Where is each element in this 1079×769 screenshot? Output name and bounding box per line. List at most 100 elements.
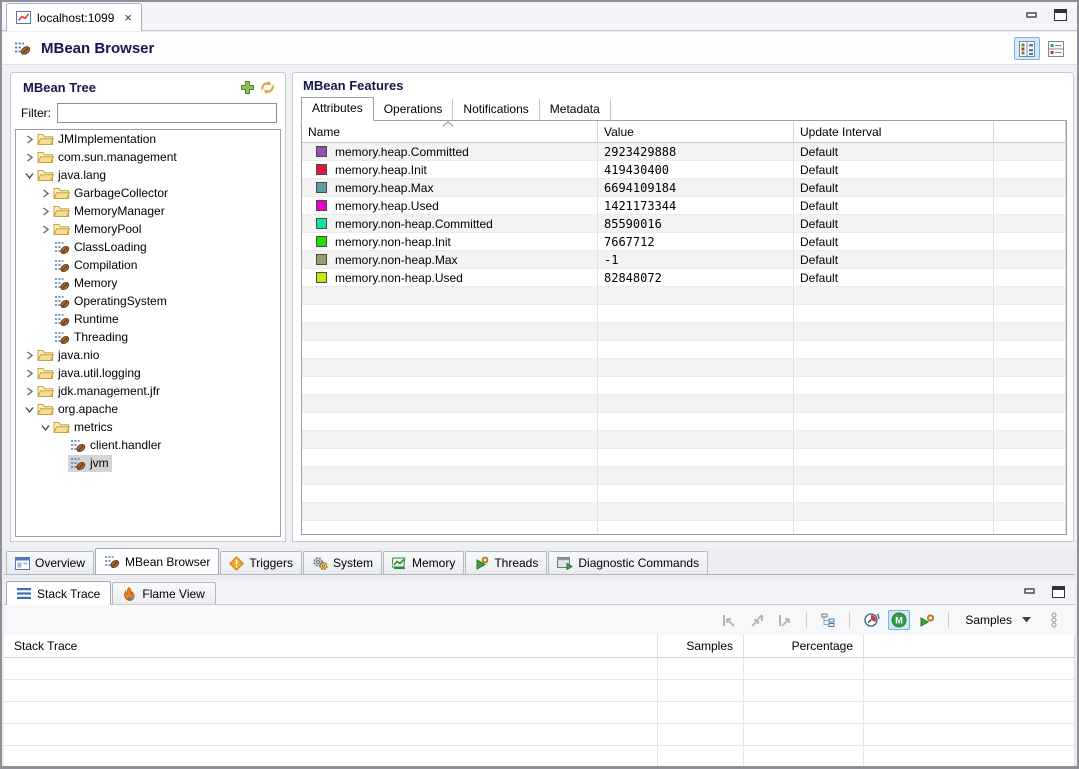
tree-node-label: MemoryPool xyxy=(74,222,141,236)
column-header-stack-trace[interactable]: Stack Trace xyxy=(4,635,658,657)
empty-table-row xyxy=(302,485,1066,503)
refresh-button[interactable] xyxy=(257,78,277,96)
nav-swap-button[interactable] xyxy=(746,610,768,630)
tab-stack-trace[interactable]: Stack Trace xyxy=(6,581,111,605)
tree-node-jvm[interactable]: jvm xyxy=(16,454,280,472)
empty-table-row xyxy=(302,359,1066,377)
chevron-right-icon[interactable] xyxy=(22,135,36,144)
column-header-percentage[interactable]: Percentage xyxy=(744,635,864,657)
attribute-row-memory-heap-max[interactable]: memory.heap.Max6694109184Default xyxy=(302,179,1066,197)
tree-node-content: metrics xyxy=(52,419,116,435)
tree-node-java-util-logging[interactable]: java.util.logging xyxy=(16,364,280,382)
attribute-row-memory-non-heap-max[interactable]: memory.non-heap.Max-1Default xyxy=(302,251,1066,269)
mbean-tree: JMImplementationcom.sun.managementjava.l… xyxy=(15,129,281,537)
view-tab-mbean-browser[interactable]: MBean Browser xyxy=(95,548,219,574)
bean-icon xyxy=(52,312,71,327)
clock-button[interactable] xyxy=(860,610,882,630)
tree-layout-icon xyxy=(821,613,836,627)
attribute-row-memory-heap-used[interactable]: memory.heap.Used1421173344Default xyxy=(302,197,1066,215)
tab-flame-view[interactable]: Flame View xyxy=(112,582,215,604)
column-header-samples[interactable]: Samples xyxy=(658,635,744,657)
close-icon[interactable]: × xyxy=(124,10,132,25)
tree-node-memory[interactable]: Memory xyxy=(16,274,280,292)
method-profiling-button[interactable]: M xyxy=(888,610,910,630)
empty-table-row xyxy=(302,323,1066,341)
tree-node-label: ClassLoading xyxy=(74,240,147,254)
tree-node-label: OperatingSystem xyxy=(74,294,167,308)
folder-icon xyxy=(52,420,71,434)
attribute-row-memory-non-heap-init[interactable]: memory.non-heap.Init7667712Default xyxy=(302,233,1066,251)
attribute-row-memory-non-heap-used[interactable]: memory.non-heap.Used82848072Default xyxy=(302,269,1066,287)
attribute-name: memory.heap.Max xyxy=(335,181,433,195)
minimize-icon[interactable] xyxy=(1026,10,1038,21)
tree-node-metrics[interactable]: metrics xyxy=(16,418,280,436)
maximize-icon[interactable] xyxy=(1054,9,1067,21)
nav-back-button[interactable] xyxy=(718,610,740,630)
tree-node-threading[interactable]: Threading xyxy=(16,328,280,346)
tree-node-jdk-management-jfr[interactable]: jdk.management.jfr xyxy=(16,382,280,400)
view-tab-overview[interactable]: Overview xyxy=(6,551,94,574)
horizontal-layout-button[interactable] xyxy=(1043,37,1069,60)
chevron-right-icon[interactable] xyxy=(22,387,36,396)
chevron-right-icon xyxy=(25,387,34,396)
view-tab-memory[interactable]: Memory xyxy=(383,551,464,574)
view-tab-triggers[interactable]: Triggers xyxy=(220,551,302,574)
attribute-row-memory-non-heap-committed[interactable]: memory.non-heap.Committed85590016Default xyxy=(302,215,1066,233)
view-tab-system[interactable]: System xyxy=(303,551,382,574)
tab-notifications[interactable]: Notifications xyxy=(453,99,539,120)
chevron-right-icon[interactable] xyxy=(22,153,36,162)
chevron-down-icon[interactable] xyxy=(22,171,36,180)
chevron-right-icon[interactable] xyxy=(38,225,52,234)
tree-node-com-sun-management[interactable]: com.sun.management xyxy=(16,148,280,166)
column-header-value[interactable]: Value xyxy=(598,121,794,142)
tree-node-jmimplementation[interactable]: JMImplementation xyxy=(16,130,280,148)
view-tab-diagnostic-commands[interactable]: Diagnostic Commands xyxy=(548,551,708,574)
tree-node-classloading[interactable]: ClassLoading xyxy=(16,238,280,256)
view-tab-threads[interactable]: Threads xyxy=(465,551,547,574)
tree-node-garbagecollector[interactable]: GarbageCollector xyxy=(16,184,280,202)
tab-operations[interactable]: Operations xyxy=(374,99,454,120)
tree-node-content: java.lang xyxy=(36,167,109,183)
attribute-value: -1 xyxy=(598,251,794,268)
empty-stack-row xyxy=(4,680,1075,702)
tree-node-org-apache[interactable]: org.apache xyxy=(16,400,280,418)
folder-icon xyxy=(37,168,54,182)
chevron-right-icon[interactable] xyxy=(38,207,52,216)
samples-dropdown[interactable]: Samples xyxy=(959,611,1037,629)
chevron-right-icon[interactable] xyxy=(38,189,52,198)
filter-input[interactable] xyxy=(57,103,277,123)
chevron-down-icon[interactable] xyxy=(38,423,52,432)
horizontal-layout-icon xyxy=(1048,41,1064,57)
maximize-icon[interactable] xyxy=(1052,586,1065,598)
tree-node-memorymanager[interactable]: MemoryManager xyxy=(16,202,280,220)
editor-tab-localhost[interactable]: localhost:1099 × xyxy=(6,3,142,31)
chevron-down-icon[interactable] xyxy=(22,405,36,414)
empty-stack-row xyxy=(4,702,1075,724)
system-icon xyxy=(312,556,328,571)
view-menu-button[interactable] xyxy=(1043,610,1065,630)
add-mbean-button[interactable] xyxy=(237,78,257,96)
attribute-row-memory-heap-init[interactable]: memory.heap.Init419430400Default xyxy=(302,161,1066,179)
tab-metadata[interactable]: Metadata xyxy=(540,99,611,120)
attribute-row-memory-heap-committed[interactable]: memory.heap.Committed2923429888Default xyxy=(302,143,1066,161)
tree-node-runtime[interactable]: Runtime xyxy=(16,310,280,328)
column-header-update-interval[interactable]: Update Interval xyxy=(794,121,994,142)
empty-table-row xyxy=(302,287,1066,305)
bean-icon xyxy=(52,258,71,273)
tree-node-java-lang[interactable]: java.lang xyxy=(16,166,280,184)
folder-icon xyxy=(36,132,55,146)
tree-node-operatingsystem[interactable]: OperatingSystem xyxy=(16,292,280,310)
vertical-layout-icon xyxy=(1019,41,1035,57)
minimize-icon[interactable] xyxy=(1024,586,1036,597)
tree-node-memorypool[interactable]: MemoryPool xyxy=(16,220,280,238)
thread-settings-button[interactable] xyxy=(916,610,938,630)
tree-node-java-nio[interactable]: java.nio xyxy=(16,346,280,364)
chevron-right-icon[interactable] xyxy=(22,351,36,360)
tree-layout-button[interactable] xyxy=(817,610,839,630)
vertical-layout-button[interactable] xyxy=(1014,37,1040,60)
tree-node-client-handler[interactable]: client.handler xyxy=(16,436,280,454)
nav-forward-button[interactable] xyxy=(774,610,796,630)
tab-attributes[interactable]: Attributes xyxy=(301,97,374,121)
tree-node-compilation[interactable]: Compilation xyxy=(16,256,280,274)
chevron-right-icon[interactable] xyxy=(22,369,36,378)
